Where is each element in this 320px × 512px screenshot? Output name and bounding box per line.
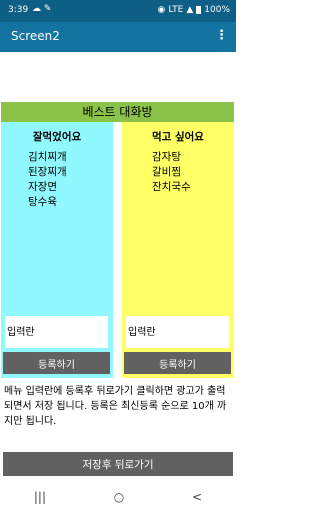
navigation-bar: ||| ○ < <box>0 482 236 512</box>
signal-label: LTE <box>168 5 184 15</box>
status-bar: 3:39 ☁ ✎ ◉ LTE ▲ 100% <box>0 0 236 22</box>
list-item: 갈비찜 <box>152 166 181 178</box>
list-item: 된장찌개 <box>28 166 67 178</box>
home-icon[interactable]: ○ <box>114 490 124 504</box>
want-to-eat-panel: 먹고 싶어요 감자탕 갈비찜 잔치국수 등록하기 <box>122 122 234 378</box>
best-chat-banner: 베스트 대화방 <box>1 102 234 122</box>
status-right: ◉ LTE ▲ 100% <box>158 5 230 15</box>
info-text: 메뉴 입력란에 등록후 뒤로가기 클릭하면 광고가 출력되면서 저장 됩니다. … <box>4 386 227 427</box>
app-bar: Screen2 ⋮ <box>0 22 236 52</box>
status-time: 3:39 <box>8 5 29 15</box>
back-icon[interactable]: < <box>192 490 202 504</box>
more-vertical-icon[interactable]: ⋮ <box>215 28 228 44</box>
list-item: 잔치국수 <box>152 181 191 193</box>
want-to-eat-register-button[interactable]: 등록하기 <box>124 352 231 374</box>
battery-icon <box>196 6 202 14</box>
app-title: Screen2 <box>11 29 60 43</box>
recents-icon[interactable]: ||| <box>34 490 46 504</box>
ate-well-heading: 잘먹었어요 <box>32 131 82 143</box>
want-to-eat-heading: 먹고 싶어요 <box>152 131 204 143</box>
ate-well-list: 김치찌개 된장찌개 자장면 탕수육 <box>28 150 67 210</box>
wifi-icon: ◉ <box>157 5 166 15</box>
want-to-eat-input[interactable] <box>126 316 229 348</box>
list-item: 탕수육 <box>28 196 57 208</box>
notification-icons: ☁ ✎ <box>32 4 52 14</box>
signal-icon: ▲ <box>186 5 194 15</box>
ate-well-register-button[interactable]: 등록하기 <box>3 352 110 374</box>
list-item: 김치찌개 <box>28 151 67 163</box>
battery-percent: 100% <box>204 5 230 15</box>
ate-well-panel: 잘먹었어요 김치찌개 된장찌개 자장면 탕수육 등록하기 <box>1 122 113 378</box>
want-to-eat-list: 감자탕 갈비찜 잔치국수 <box>152 150 191 195</box>
list-item: 자장면 <box>28 181 57 193</box>
list-item: 감자탕 <box>152 151 181 163</box>
ate-well-input[interactable] <box>5 316 108 348</box>
save-and-back-button[interactable]: 저장후 뒤로가기 <box>3 452 233 476</box>
